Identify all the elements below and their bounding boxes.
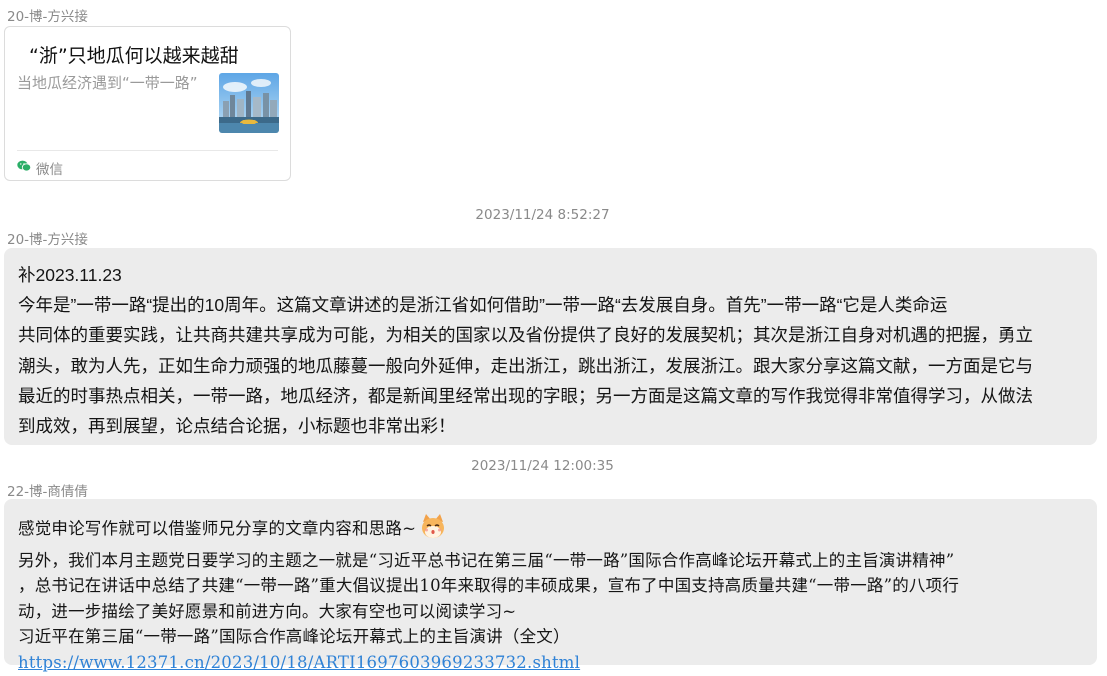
message-sender: 22-博-商倩倩 (7, 484, 88, 500)
message-timestamp: 2023/11/24 8:52:27 (475, 207, 610, 223)
message-line: 另外，我们本月主题党日要学习的主题之一就是“习近平总书记在第三届“一带一路”国际… (18, 550, 955, 570)
message-timestamp: 2023/11/24 12:00:35 (471, 458, 614, 474)
message-line: 动，进一步描绘了美好愿景和前进方向。大家有空也可以阅读学习~ (18, 601, 517, 621)
message-sender: 20-博-方兴接 (7, 232, 88, 248)
wechat-icon (17, 160, 32, 176)
message-line: 到成效，再到展望，论点结合论据，小标题也非常出彩！ (18, 416, 456, 437)
card-source-label: 微信 (36, 162, 63, 178)
message-line: 今年是”一带一路“提出的10周年。这篇文章讲述的是浙江省如何借助”一带一路“去发… (18, 295, 948, 316)
article-link[interactable]: https://www.12371.cn/2023/10/18/ARTI1697… (18, 653, 580, 672)
cat-emoji-icon (419, 512, 447, 548)
card-description: 当地瓜经济遇到“一带一路” (17, 74, 198, 92)
message-line: ，总书记在讲话中总结了共建“一带一路”重大倡议提出10年来取得的丰硕成果，宣布了… (18, 576, 960, 596)
message-line: 共同体的重要实践，让共商共建共享成为可能，为相关的国家以及省份提供了良好的发展契… (18, 325, 1033, 346)
city-skyline-thumbnail (219, 73, 279, 133)
message-line: 补2023.11.23 (18, 265, 122, 285)
message-line: 最近的时事热点相关，一带一路，地瓜经济，都是新闻里经常出现的字眼；另一方面是这篇… (18, 385, 1033, 406)
card-source: 微信 (17, 158, 63, 178)
message-line-with-emoji: 感觉申论写作就可以借鉴师兄分享的文章内容和思路~ (18, 512, 1083, 548)
message-line: 感觉申论写作就可以借鉴师兄分享的文章内容和思路~ (18, 519, 417, 538)
message-bubble[interactable]: 补2023.11.23 今年是”一带一路“提出的10周年。这篇文章讲述的是浙江省… (4, 248, 1097, 445)
card-divider (17, 150, 278, 151)
message-line: 潮头，敢为人先，正如生命力顽强的地瓜藤蔓一般向外延伸，走出浙江，跳出浙江，发展浙… (18, 355, 1033, 376)
link-card[interactable]: “浙”只地瓜何以越来越甜 当地瓜经济遇到“一带一路” 微信 (4, 26, 291, 181)
message-line: 习近平在第三届“一带一路”国际合作高峰论坛开幕式上的主旨演讲（全文） (18, 627, 570, 647)
message-bubble[interactable]: 感觉申论写作就可以借鉴师兄分享的文章内容和思路~ 另外，我们本月主题党日要学习的… (4, 499, 1097, 672)
card-title: “浙”只地瓜何以越来越甜 (29, 45, 239, 67)
message-sender: 20-博-方兴接 (7, 9, 88, 25)
